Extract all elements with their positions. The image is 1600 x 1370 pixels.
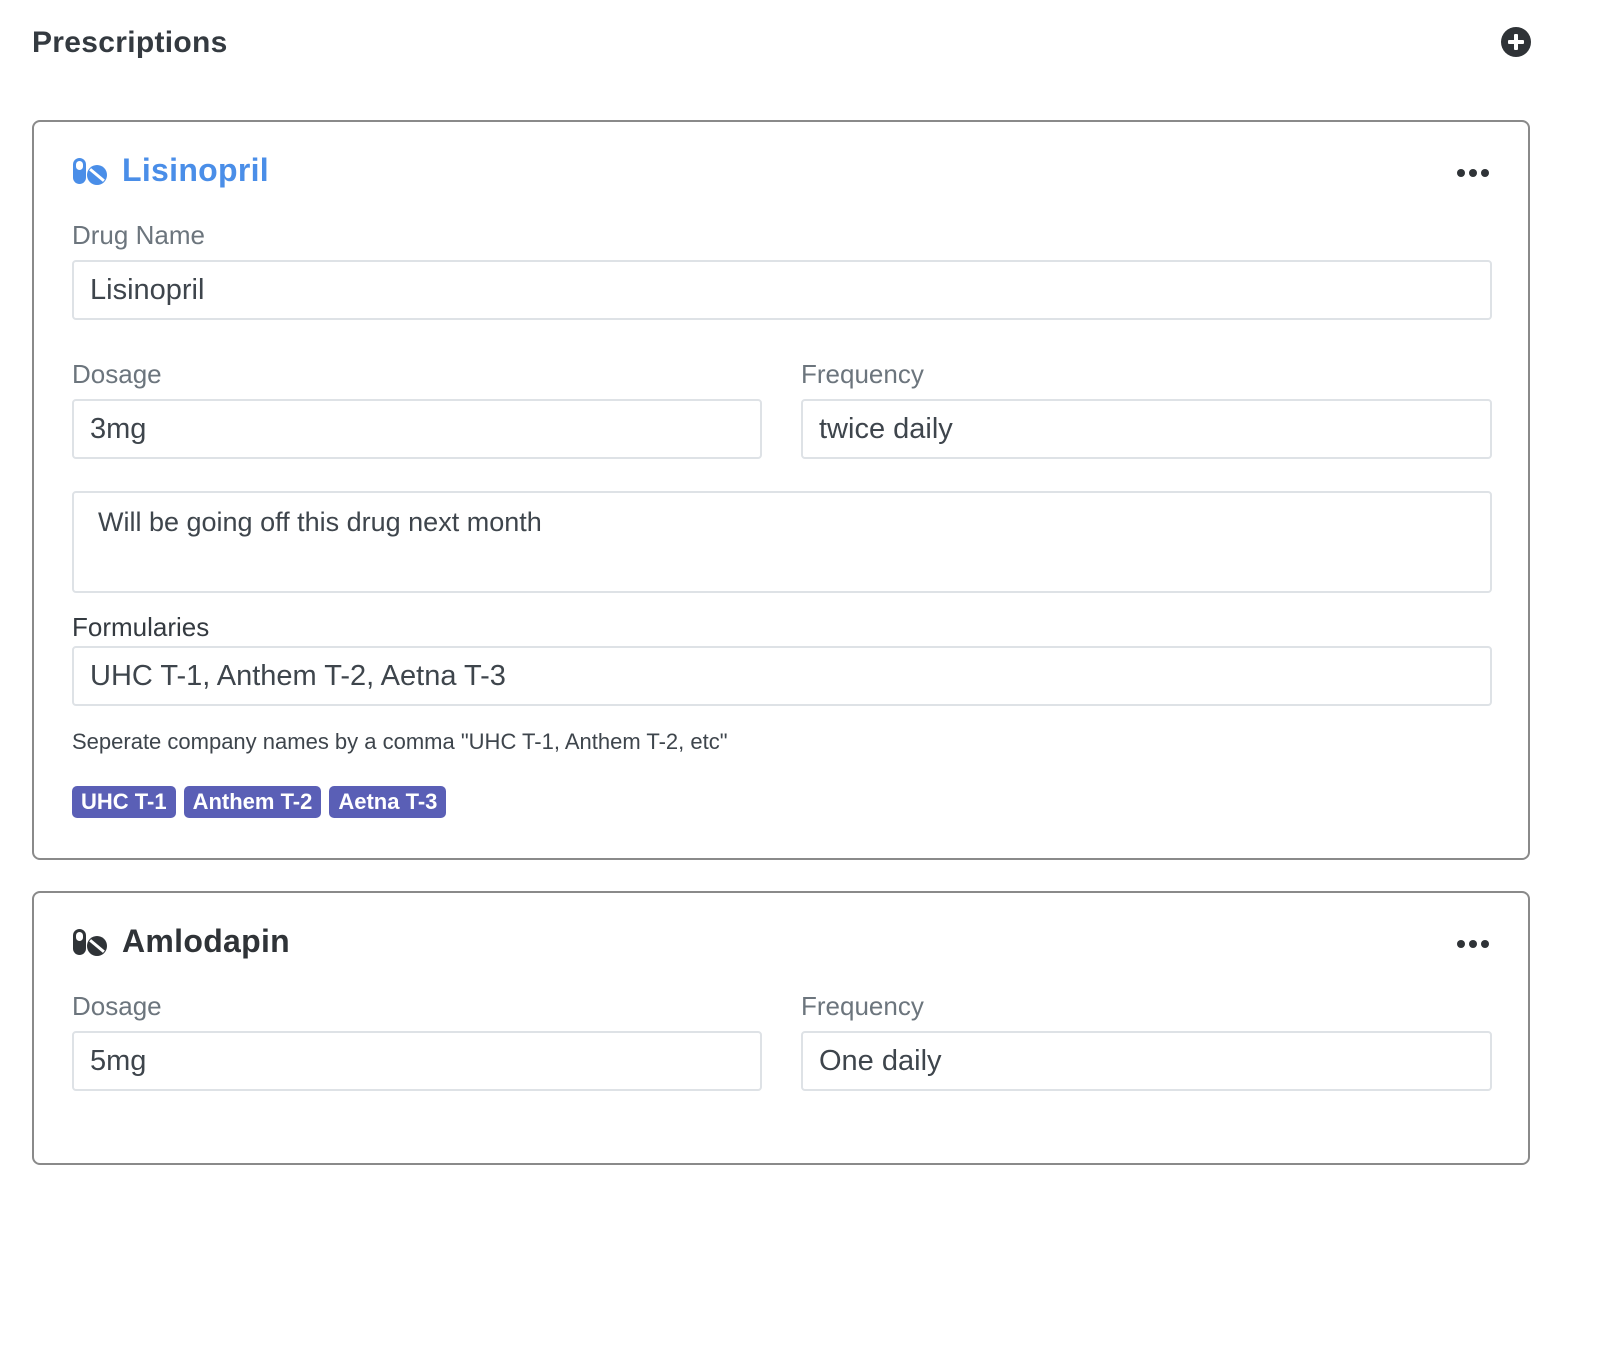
formulary-tag: Anthem T-2 — [183, 786, 322, 818]
more-options-button[interactable] — [1456, 166, 1490, 180]
formulary-tag: Aetna T-3 — [329, 786, 447, 818]
drug-name-label: Drug Name — [72, 220, 205, 250]
prescription-card-amlodapin: Amlodapin Dosage 5mg Frequency One daily — [32, 891, 1530, 1165]
frequency-field[interactable]: twice daily — [801, 399, 1492, 459]
frequency-label: Frequency — [801, 991, 924, 1021]
dosage-label: Dosage — [72, 991, 162, 1021]
formularies-field[interactable]: UHC T-1, Anthem T-2, Aetna T-3 — [72, 646, 1492, 706]
frequency-label: Frequency — [801, 359, 924, 389]
prescription-name: Lisinopril — [122, 152, 269, 188]
drug-name-field[interactable]: Lisinopril — [72, 260, 1492, 320]
page-title: Prescriptions — [32, 26, 228, 59]
formulary-tags: UHC T-1 Anthem T-2 Aetna T-3 — [72, 786, 447, 818]
prescription-card-header: Amlodapin — [72, 923, 290, 960]
pills-icon — [73, 157, 107, 185]
dosage-field[interactable]: 3mg — [72, 399, 762, 459]
formulary-tag: UHC T-1 — [72, 786, 176, 818]
add-prescription-button[interactable] — [1500, 26, 1532, 58]
notes-textarea[interactable]: Will be going off this drug next month — [72, 491, 1492, 593]
ellipsis-icon — [1457, 940, 1489, 948]
frequency-field[interactable]: One daily — [801, 1031, 1492, 1091]
prescription-name: Amlodapin — [122, 923, 291, 959]
formularies-help-text: Seperate company names by a comma "UHC T… — [72, 729, 728, 754]
pills-icon — [73, 928, 107, 956]
plus-circle-icon — [1501, 27, 1531, 57]
prescription-card-lisinopril: Lisinopril Drug Name Lisinopril Dosage 3… — [32, 120, 1530, 860]
more-options-button[interactable] — [1456, 937, 1490, 951]
formularies-label: Formularies — [72, 612, 210, 642]
ellipsis-icon — [1457, 169, 1489, 177]
dosage-label: Dosage — [72, 359, 162, 389]
dosage-field[interactable]: 5mg — [72, 1031, 762, 1091]
prescription-card-header: Lisinopril — [72, 152, 269, 189]
